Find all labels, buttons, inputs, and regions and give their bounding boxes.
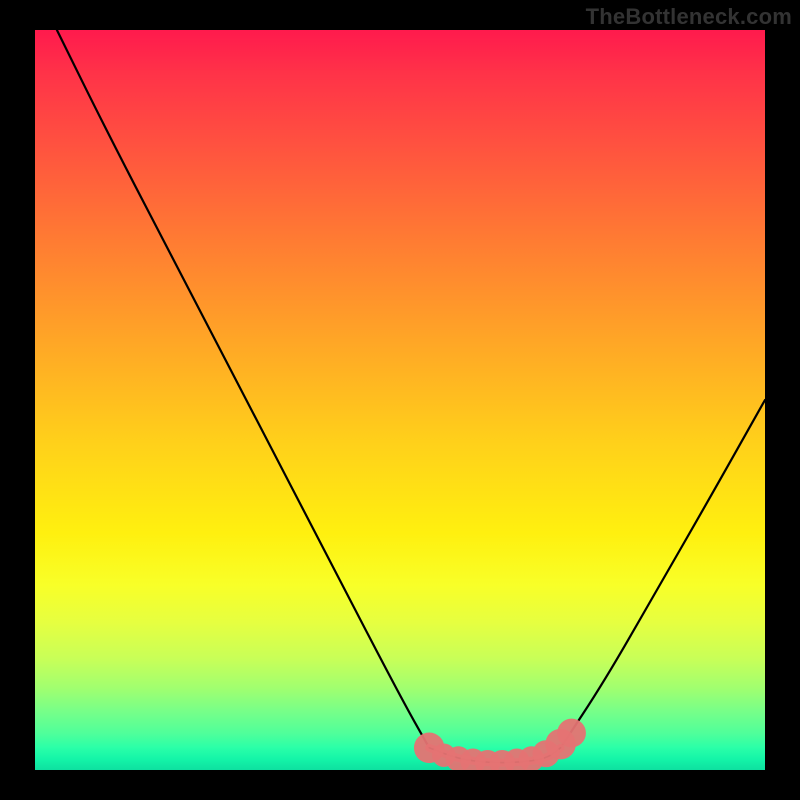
valley-marker xyxy=(557,719,586,748)
curve-group xyxy=(57,30,765,770)
attribution-label: TheBottleneck.com xyxy=(586,4,792,30)
valley-markers xyxy=(414,719,586,770)
bottleneck-curve-overlay xyxy=(35,30,765,770)
chart-frame: TheBottleneck.com xyxy=(0,0,800,800)
curve-right-arm xyxy=(561,400,765,748)
curve-left-arm xyxy=(57,30,429,748)
